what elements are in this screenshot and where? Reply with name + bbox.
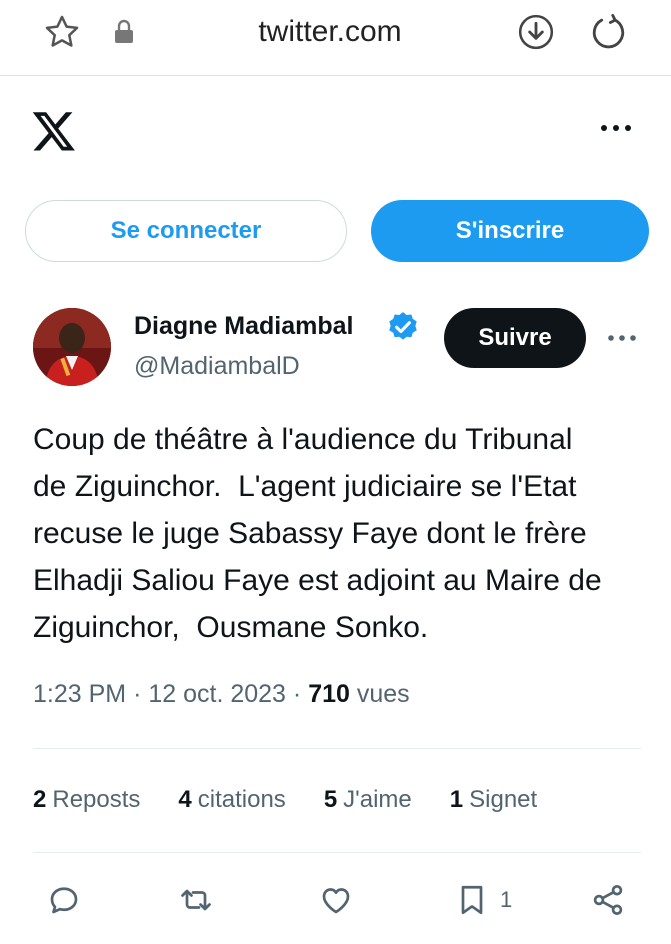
quotes-count: 4	[178, 786, 192, 813]
site-header	[0, 90, 671, 180]
repost-button[interactable]	[178, 880, 214, 920]
reposts-stat[interactable]: 2 Reposts	[33, 786, 140, 814]
x-logo[interactable]	[30, 108, 82, 154]
tweet-text: Coup de théâtre à l'audience du Tribunal…	[33, 423, 602, 644]
reposts-label: Reposts	[52, 786, 141, 813]
reply-icon	[50, 887, 78, 914]
follow-button[interactable]: Suivre	[444, 308, 586, 368]
views-label: vues	[356, 680, 410, 708]
author-name[interactable]: Diagne Madiambal	[134, 312, 354, 341]
signup-button[interactable]: S'inscrire	[371, 200, 649, 262]
tweet-time[interactable]: 1:23 PM	[33, 680, 126, 708]
avatar[interactable]	[33, 308, 111, 386]
tweet-more-icon[interactable]	[606, 328, 638, 348]
author-handle[interactable]: @MadiambalD	[134, 352, 300, 381]
bookmarks-count: 1	[449, 786, 464, 813]
more-icon[interactable]	[599, 116, 633, 140]
bookmark-count: 1	[500, 887, 513, 912]
quotes-label: citations	[197, 786, 286, 813]
like-button[interactable]	[318, 880, 354, 920]
likes-count: 5	[323, 786, 338, 813]
repost-icon	[181, 889, 211, 911]
bookmarks-stat[interactable]: 1 Signet	[450, 786, 537, 814]
likes-stat[interactable]: 5 J'aime	[324, 786, 412, 814]
views-count: 710	[308, 680, 350, 708]
heart-icon	[322, 888, 350, 914]
bookmark-icon	[461, 885, 483, 915]
tweet-date[interactable]: 12 oct. 2023	[148, 680, 286, 708]
lock-icon	[106, 12, 142, 52]
bookmark-button[interactable]: 1	[454, 880, 512, 920]
divider	[33, 748, 641, 749]
bookmarks-label: Signet	[469, 786, 538, 813]
meta-separator: ·	[292, 680, 302, 708]
share-icon	[593, 885, 623, 915]
browser-toolbar: twitter.com	[0, 0, 671, 76]
reposts-count: 2	[33, 786, 47, 813]
tweet-stats: 2 Reposts 4 citations 5 J'aime 1 Signet	[33, 786, 537, 814]
reload-icon[interactable]	[588, 12, 628, 52]
quotes-stat[interactable]: 4 citations	[178, 786, 285, 814]
divider	[33, 852, 641, 853]
verified-badge-icon	[386, 310, 420, 344]
download-icon[interactable]	[516, 12, 556, 52]
star-icon[interactable]	[42, 12, 82, 52]
reply-button[interactable]	[46, 880, 82, 920]
likes-label: J'aime	[343, 786, 412, 813]
login-button[interactable]: Se connecter	[25, 200, 347, 262]
share-button[interactable]	[590, 880, 626, 920]
meta-separator: ·	[133, 680, 142, 708]
address-bar[interactable]: twitter.com	[180, 14, 480, 50]
tweet-meta: 1:23 PM · 12 oct. 2023 · 710 vues	[33, 680, 410, 709]
